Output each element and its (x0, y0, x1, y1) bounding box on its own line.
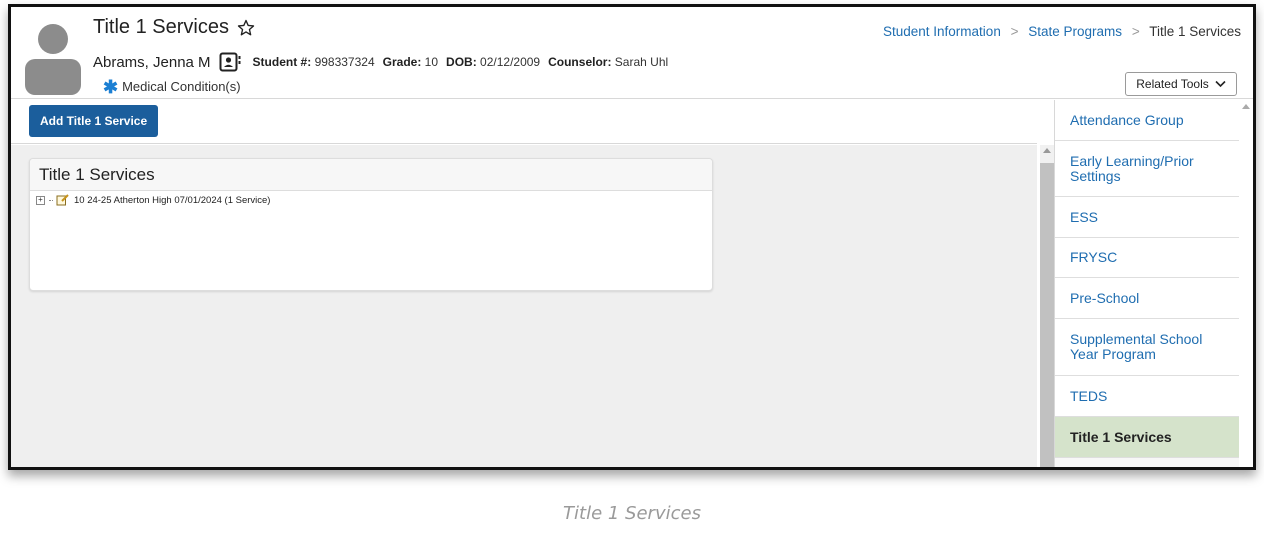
page-title-row: Title 1 Services (93, 16, 255, 39)
scrollbar-thumb[interactable] (1040, 163, 1054, 467)
page-title: Title 1 Services (93, 16, 229, 38)
field-value: 10 (424, 55, 439, 69)
scroll-up-arrow-icon[interactable] (1242, 104, 1250, 109)
breadcrumb-separator: > (1010, 24, 1019, 39)
counselor-field: Counselor: Sarah Uhl (548, 55, 668, 69)
medical-condition-link[interactable]: ✱ Medical Condition(s) (103, 76, 241, 97)
breadcrumb-state-programs[interactable]: State Programs (1028, 24, 1122, 39)
title-1-services-panel: Title 1 Services + 10 24-25 Atherton Hig… (29, 158, 713, 291)
scroll-up-arrow-icon[interactable] (1043, 148, 1051, 153)
figure-caption: Title 1 Services (563, 503, 701, 524)
dob-field: DOB: 02/12/2009 (446, 55, 540, 69)
breadcrumb-current: Title 1 Services (1149, 24, 1241, 39)
sidebar-item-teds[interactable]: TEDS (1055, 376, 1239, 417)
app-window: Title 1 Services Abrams, Jenna M Student… (8, 4, 1256, 470)
student-header: Title 1 Services Abrams, Jenna M Student… (11, 7, 1253, 99)
add-title-1-service-button[interactable]: Add Title 1 Service (29, 105, 159, 137)
main-content: Title 1 Services + 10 24-25 Atherton Hig… (11, 145, 1037, 467)
breadcrumb-student-information[interactable]: Student Information (883, 24, 1001, 39)
related-tools-sidebar: Attendance Group Early Learning/Prior Se… (1054, 100, 1239, 467)
student-name: Abrams, Jenna M (93, 53, 211, 71)
field-label: Counselor: (548, 55, 612, 69)
tree-item-label: 10 24-25 Atherton High 07/01/2024 (1 Ser… (74, 194, 271, 206)
avatar-icon (25, 24, 81, 95)
tree-connector (49, 199, 53, 201)
sidebar-scrollbar[interactable] (1239, 100, 1253, 467)
sidebar-item-attendance-group[interactable]: Attendance Group (1055, 100, 1239, 141)
expand-icon[interactable]: + (36, 195, 45, 205)
field-label: DOB: (446, 55, 477, 69)
field-value: 998337324 (314, 55, 375, 69)
field-value: Sarah Uhl (614, 55, 669, 69)
tree-item[interactable]: + 10 24-25 Atherton High 07/01/2024 (1 S… (30, 191, 712, 209)
sidebar-item-ess[interactable]: ESS (1055, 197, 1239, 238)
contact-card-icon[interactable] (219, 52, 241, 72)
edit-document-icon (56, 194, 69, 206)
panel-title: Title 1 Services (30, 159, 712, 191)
asterisk-icon: ✱ (103, 76, 119, 97)
related-tools-button[interactable]: Related Tools (1125, 72, 1237, 96)
action-toolbar: Add Title 1 Service (11, 100, 1037, 144)
breadcrumb-separator: > (1131, 24, 1140, 39)
chevron-down-icon (1215, 80, 1226, 88)
field-label: Grade: (382, 55, 422, 69)
medical-condition-label: Medical Condition(s) (122, 79, 241, 94)
main-scrollbar[interactable] (1040, 145, 1054, 467)
sidebar-item-supplemental-school-year[interactable]: Supplemental School Year Program (1055, 319, 1239, 376)
sidebar-item-early-learning[interactable]: Early Learning/Prior Settings (1055, 141, 1239, 197)
student-info: Abrams, Jenna M Student #: 998337324 Gra… (93, 52, 676, 72)
sidebar-item-title-1-services[interactable]: Title 1 Services (1055, 417, 1239, 458)
student-number-field: Student #: 998337324 (253, 55, 375, 69)
star-icon[interactable] (237, 19, 255, 37)
sidebar-item-frysc[interactable]: FRYSC (1055, 238, 1239, 278)
sidebar-item-pre-school[interactable]: Pre-School (1055, 278, 1239, 319)
field-label: Student #: (252, 55, 312, 69)
breadcrumb: Student Information > State Programs > T… (883, 24, 1241, 39)
field-value: 02/12/2009 (480, 55, 541, 69)
related-tools-label: Related Tools (1136, 77, 1209, 91)
grade-field: Grade: 10 (383, 55, 438, 69)
